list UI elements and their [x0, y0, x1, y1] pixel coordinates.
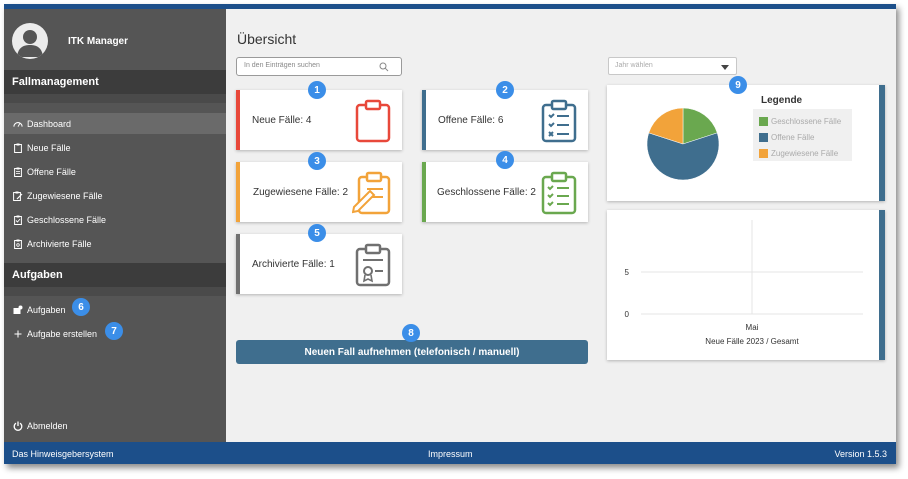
sidebar-item-label: Aufgaben	[27, 304, 66, 315]
badge-9: 9	[729, 76, 747, 94]
sidebar-item-label: Aufgabe erstellen	[27, 328, 98, 339]
clipboard-list-icon	[541, 99, 577, 143]
card-archivierte-faelle[interactable]: Archivierte Fälle: 1	[236, 234, 402, 294]
sidebar-item-label: Zugewiesene Fälle	[27, 190, 103, 201]
year-select[interactable]: Jahr wählen	[608, 57, 737, 75]
legend-item[interactable]: Offene Fälle	[759, 129, 852, 145]
app-window: ITK Manager Fallmanagement Dashboard Neu…	[4, 4, 896, 464]
logout-label: Abmelden	[27, 420, 68, 431]
search-input[interactable]: In den Einträgen suchen	[236, 57, 402, 76]
logout-button[interactable]: Abmelden	[4, 415, 226, 436]
badge-7: 7	[105, 322, 123, 340]
clipboard-edit-icon	[352, 171, 391, 215]
y-tick-label: 0	[625, 310, 630, 319]
x-tick-label: Mai	[746, 323, 759, 332]
impressum-link[interactable]: Impressum	[428, 449, 473, 459]
card-label: Zugewiesene Fälle: 2	[252, 186, 349, 198]
bar-chart: 5 0 Mai Neue Fälle 2023 / Gesamt	[625, 220, 863, 346]
sidebar-item-archivierte-faelle[interactable]: Archivierte Fälle	[4, 233, 226, 254]
section-fallmanagement: Fallmanagement	[4, 70, 226, 94]
sidebar-item-label: Geschlossene Fälle	[27, 214, 107, 225]
clipboard-check-icon	[541, 171, 577, 215]
legend: Geschlossene Fälle Offene Fälle Zugewies…	[753, 109, 852, 161]
legend-swatch	[759, 116, 768, 126]
sidebar-item-geschlossene-faelle[interactable]: Geschlossene Fälle	[4, 209, 226, 230]
sidebar-item-dashboard[interactable]: Dashboard	[4, 113, 226, 134]
plus-icon	[13, 329, 23, 339]
card-neue-faelle[interactable]: Neue Fälle: 4	[236, 90, 402, 150]
card-label: Archivierte Fälle: 1	[252, 258, 335, 270]
section-divider	[4, 287, 226, 296]
avatar[interactable]	[12, 23, 48, 59]
card-label: Offene Fälle: 6	[438, 114, 504, 126]
card-label: Geschlossene Fälle: 2	[437, 186, 536, 198]
legend-item[interactable]: Zugewiesene Fälle	[759, 145, 852, 161]
x-axis-label: Neue Fälle 2023 / Gesamt	[705, 337, 799, 346]
tasks-icon	[13, 305, 23, 315]
card-offene-faelle[interactable]: Offene Fälle: 6	[422, 90, 588, 150]
footer: Das Hinweisgebersystem Impressum Version…	[4, 442, 896, 464]
clipboard-list-icon	[13, 167, 23, 177]
sidebar-item-label: Archivierte Fälle	[27, 238, 92, 249]
clipboard-archive-icon	[355, 243, 391, 287]
sidebar-item-zugewiesene-faelle[interactable]: Zugewiesene Fälle	[4, 185, 226, 206]
bar-chart-panel: 5 0 Mai Neue Fälle 2023 / Gesamt	[607, 210, 885, 360]
sidebar-item-label: Neue Fälle	[27, 142, 71, 153]
section-divider	[4, 94, 226, 103]
pie-chart	[646, 107, 720, 181]
page-title: Übersicht	[237, 31, 297, 47]
legend-label: Offene Fälle	[771, 132, 815, 142]
user-name: ITK Manager	[68, 36, 129, 47]
sidebar-item-label: Dashboard	[27, 118, 72, 129]
panel-accent	[879, 210, 885, 360]
sidebar: ITK Manager Fallmanagement Dashboard Neu…	[4, 9, 226, 442]
user-icon	[17, 30, 43, 57]
new-case-button[interactable]: Neuen Fall aufnehmen (telefonisch / manu…	[236, 340, 588, 364]
footer-brand: Das Hinweisgebersystem	[12, 449, 114, 459]
badge-6: 6	[72, 298, 90, 316]
sidebar-item-offene-faelle[interactable]: Offene Fälle	[4, 161, 226, 182]
legend-swatch	[759, 132, 768, 142]
card-geschlossene-faelle[interactable]: Geschlossene Fälle: 2	[422, 162, 588, 222]
power-icon	[13, 421, 23, 431]
legend-swatch	[759, 148, 768, 158]
sidebar-item-aufgaben[interactable]: Aufgaben	[4, 299, 226, 320]
panel-accent	[879, 85, 885, 201]
legend-item[interactable]: Geschlossene Fälle	[759, 113, 852, 129]
sidebar-item-neue-faelle[interactable]: Neue Fälle	[4, 137, 226, 158]
clipboard-check-icon	[13, 215, 23, 225]
chevron-down-icon	[721, 65, 729, 70]
card-zugewiesene-faelle[interactable]: Zugewiesene Fälle: 2	[236, 162, 402, 222]
card-label: Neue Fälle: 4	[252, 114, 312, 126]
badge-4: 4	[496, 151, 514, 169]
section-aufgaben: Aufgaben	[4, 263, 226, 287]
search-placeholder: In den Einträgen suchen	[244, 62, 320, 69]
version-label: Version 1.5.3	[834, 449, 887, 459]
legend-label: Zugewiesene Fälle	[771, 148, 839, 158]
pie-chart-panel: Legende Geschlossene Fälle Offene Fälle …	[607, 85, 885, 201]
badge-5: 5	[308, 224, 326, 242]
year-select-value: Jahr wählen	[615, 62, 653, 69]
badge-2: 2	[496, 81, 514, 99]
sidebar-item-label: Offene Fälle	[27, 166, 76, 177]
y-tick-label: 5	[625, 268, 630, 277]
clipboard-icon	[355, 99, 391, 143]
badge-3: 3	[308, 152, 326, 170]
legend-label: Geschlossene Fälle	[771, 116, 842, 126]
clipboard-edit-icon	[13, 191, 23, 201]
search-icon	[379, 62, 389, 72]
clipboard-archive-icon	[13, 239, 23, 249]
legend-title: Legende	[761, 95, 803, 106]
badge-1: 1	[308, 81, 326, 99]
clipboard-icon	[13, 143, 23, 153]
badge-8: 8	[402, 324, 420, 342]
gauge-icon	[13, 119, 23, 129]
